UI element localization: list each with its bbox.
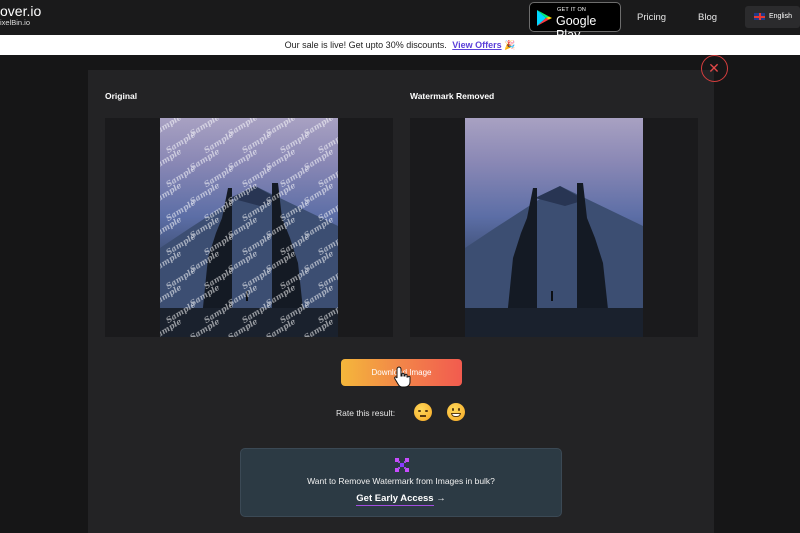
close-button[interactable]: ✕ xyxy=(701,55,728,82)
banner-text: Our sale is live! Get upto 30% discounts… xyxy=(284,40,447,50)
grinning-face-icon[interactable] xyxy=(447,403,465,421)
nav-pricing-link[interactable]: Pricing xyxy=(637,12,666,23)
get-early-access-label: Get Early Access xyxy=(356,493,434,506)
removed-image-frame xyxy=(410,118,698,337)
hand-cursor-icon xyxy=(394,366,411,388)
uk-flag-icon xyxy=(754,13,765,20)
sample-watermark-text: Sample xyxy=(160,145,184,173)
original-label: Original xyxy=(105,91,138,101)
unamused-face-icon[interactable] xyxy=(414,403,432,421)
sale-banner: Our sale is live! Get upto 30% discounts… xyxy=(0,35,800,55)
bulk-removal-card: Want to Remove Watermark from Images in … xyxy=(240,448,562,517)
language-label: English xyxy=(769,13,792,20)
nav-blog-link[interactable]: Blog xyxy=(698,12,717,23)
original-image-frame: Sample Sample Sample Sample Sample Sample Samp… xyxy=(105,118,393,337)
get-early-access-link[interactable]: Get Early Access → xyxy=(241,493,561,506)
watermark-removed-label: Watermark Removed xyxy=(410,91,495,101)
language-selector[interactable]: English xyxy=(745,6,800,28)
party-popper-icon: 🎉 xyxy=(504,40,516,50)
google-play-small-text: GET IT ON xyxy=(557,7,587,13)
google-play-icon xyxy=(537,10,552,26)
rate-result-label: Rate this result: xyxy=(336,408,396,418)
brand-name: over.io xyxy=(0,3,42,19)
pixel-logo-icon xyxy=(395,458,409,472)
watermark-removed-image xyxy=(465,118,643,337)
bulk-description: Want to Remove Watermark from Images in … xyxy=(307,476,495,486)
temple-gate-illustration xyxy=(465,183,643,337)
close-icon: ✕ xyxy=(708,60,720,76)
arrow-right-icon: → xyxy=(436,493,446,504)
brand-logo[interactable]: over.io ixelBin.io xyxy=(0,4,41,27)
top-nav: over.io ixelBin.io GET IT ON Google Play… xyxy=(0,0,800,42)
brand-sub: ixelBin.io xyxy=(0,18,31,27)
view-offers-link[interactable]: View Offers xyxy=(452,40,501,50)
google-play-badge[interactable]: GET IT ON Google Play xyxy=(529,2,621,42)
original-image: Sample Sample Sample Sample Sample Sample Samp… xyxy=(160,118,338,337)
